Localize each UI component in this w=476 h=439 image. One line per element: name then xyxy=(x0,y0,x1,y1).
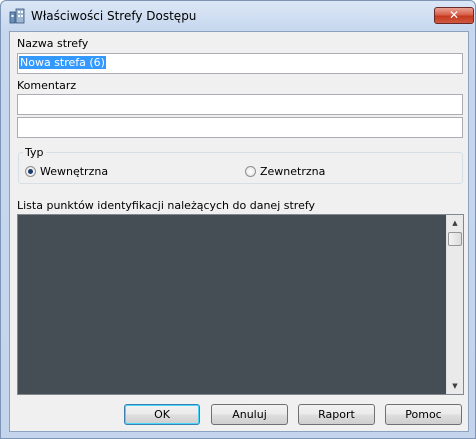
close-icon: ✕ xyxy=(448,8,460,22)
comment-input-line2[interactable] xyxy=(17,117,463,138)
radio-external-label: Zewnetrzna xyxy=(260,165,326,178)
help-button[interactable]: Pomoc xyxy=(385,404,462,425)
zone-name-label: Nazwa strefy xyxy=(17,37,89,50)
report-button[interactable]: Raport xyxy=(298,404,375,425)
close-button[interactable]: ✕ xyxy=(434,7,474,24)
identification-points-list[interactable]: ▲ ▼ xyxy=(17,214,464,395)
list-label: Lista punktów identyfikacji należących d… xyxy=(17,199,316,212)
scroll-thumb[interactable] xyxy=(448,232,462,246)
dialog-window: Właściwości Strefy Dostępu ✕ Nazwa stref… xyxy=(0,0,476,439)
app-icon xyxy=(9,8,25,24)
comment-label: Komentarz xyxy=(17,79,77,92)
dialog-content: Nazwa strefy Nowa strefa (6) Komentarz T… xyxy=(9,31,469,432)
zone-name-input[interactable]: Nowa strefa (6) xyxy=(17,53,463,74)
window-title: Właściwości Strefy Dostępu xyxy=(31,9,197,23)
list-vertical-scrollbar[interactable]: ▲ ▼ xyxy=(446,215,463,394)
radio-external-indicator[interactable] xyxy=(245,166,256,177)
type-group-label: Typ xyxy=(23,146,46,159)
scroll-down-arrow-icon[interactable]: ▼ xyxy=(447,378,463,394)
title-bar[interactable]: Właściwości Strefy Dostępu ✕ xyxy=(1,1,475,31)
radio-internal-label: Wewnętrzna xyxy=(40,165,109,178)
zone-name-value: Nowa strefa (6) xyxy=(19,56,106,69)
ok-button[interactable]: OK xyxy=(124,404,200,425)
radio-external[interactable]: Zewnetrzna xyxy=(245,165,355,179)
scroll-up-arrow-icon[interactable]: ▲ xyxy=(447,215,463,231)
radio-internal-indicator[interactable] xyxy=(25,166,36,177)
radio-internal[interactable]: Wewnętrzna xyxy=(25,165,135,179)
comment-input-line1[interactable] xyxy=(17,94,463,115)
cancel-button[interactable]: Anuluj xyxy=(211,404,288,425)
